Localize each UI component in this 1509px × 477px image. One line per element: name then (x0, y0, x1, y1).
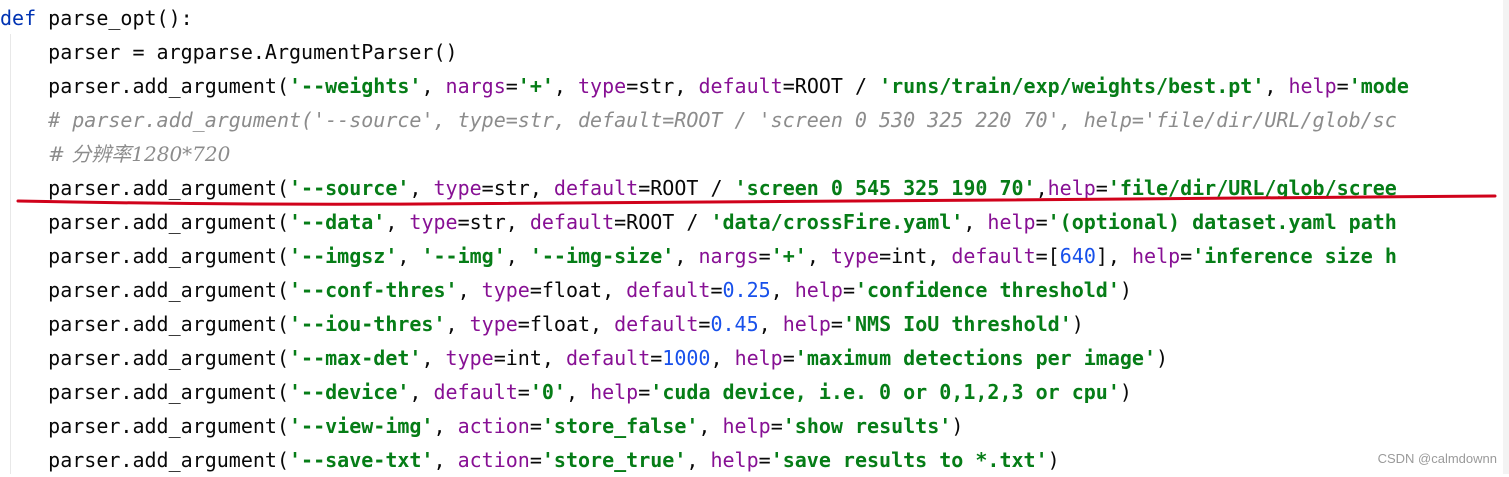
editor-scroll-gutter[interactable] (1503, 0, 1509, 474)
red-underline-annotation (16, 194, 1497, 206)
watermark: CSDN @calmdownn (1377, 451, 1497, 466)
code-editor[interactable]: def parse_opt(): parser = argparse.Argum… (0, 0, 1509, 474)
